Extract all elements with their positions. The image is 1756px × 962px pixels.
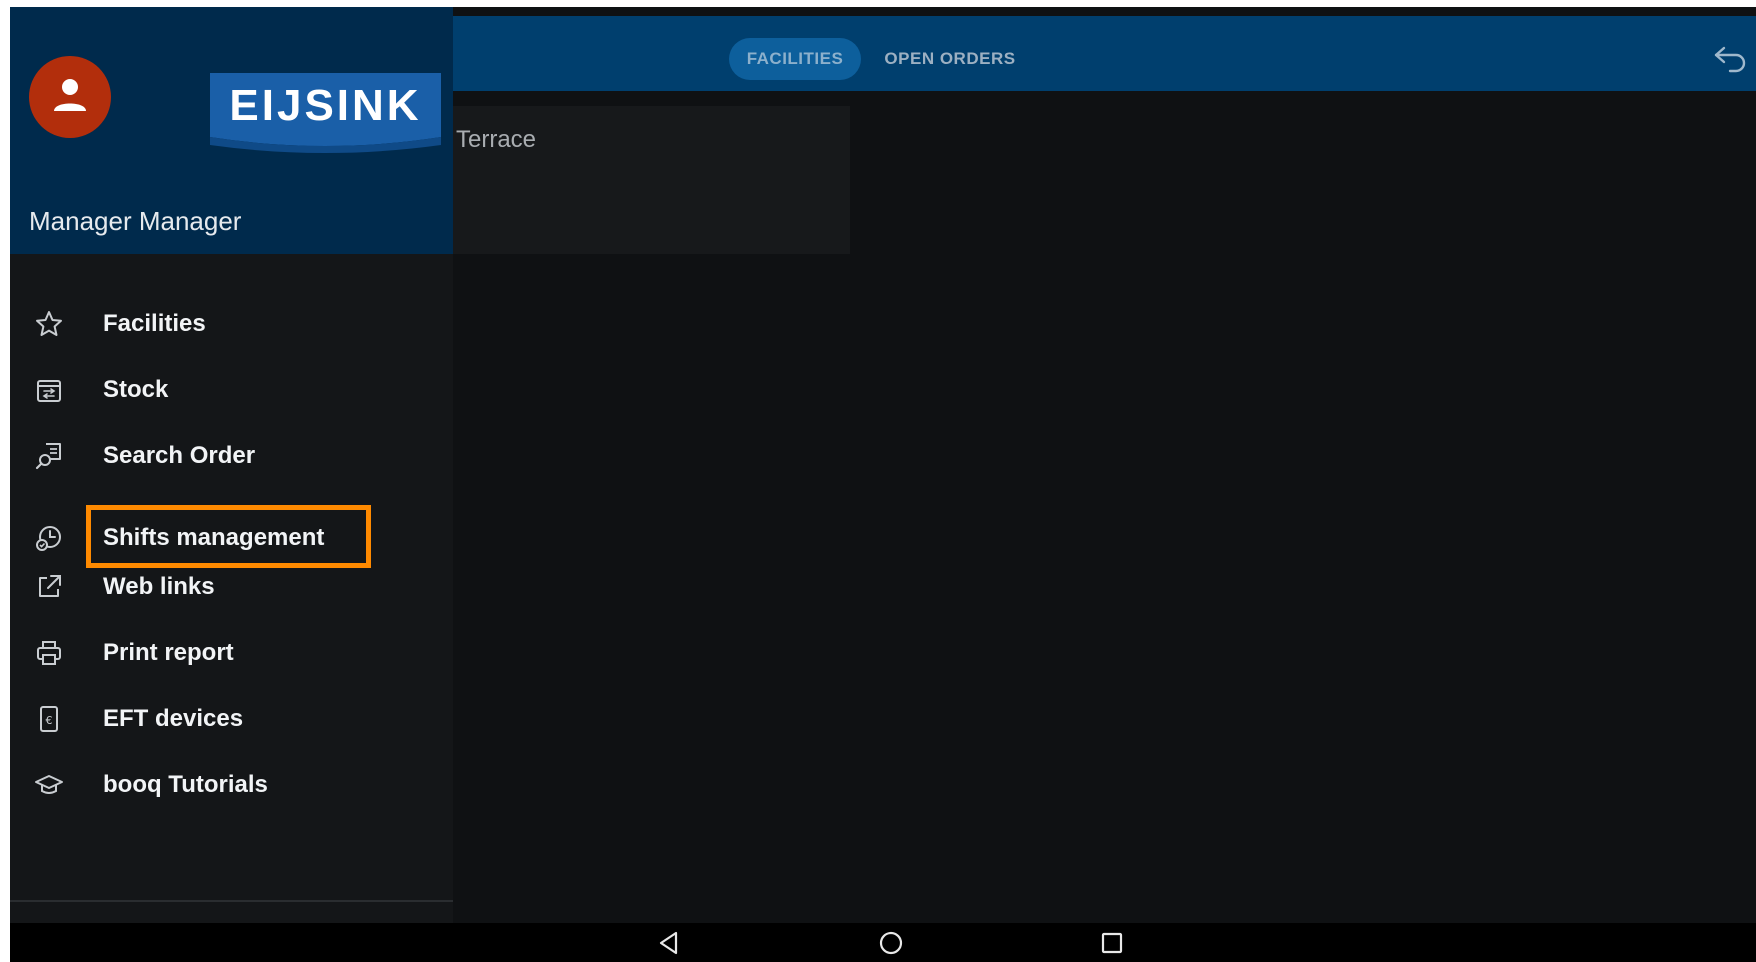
nav-item-booq-tutorials[interactable]: booq Tutorials — [10, 752, 453, 818]
clock-shift-icon — [36, 526, 61, 551]
eijsink-logo: EIJSINK — [210, 73, 441, 153]
tab-facilities[interactable]: FACILITIES — [729, 38, 861, 80]
nav-label-facilities: Facilities — [103, 310, 206, 337]
tab-open-orders[interactable]: OPEN ORDERS — [880, 38, 1020, 80]
nav-label-eft-devices: EFT devices — [103, 705, 244, 732]
stock-box-icon — [37, 380, 61, 402]
nav-label-search-order: Search Order — [103, 442, 256, 469]
home-circle-icon[interactable] — [877, 929, 905, 957]
device-screen: nglish FACILITIES OPEN ORDERS Terrace EI… — [10, 7, 1756, 962]
nav-item-facilities[interactable]: Facilities — [10, 291, 453, 357]
nav-label-booq-tutorials: booq Tutorials — [103, 771, 268, 798]
svg-text:€: € — [46, 714, 53, 727]
svg-text:EIJSINK: EIJSINK — [229, 81, 421, 130]
external-link-icon — [39, 575, 61, 597]
drawer-divider — [10, 900, 453, 902]
nav-item-search-order[interactable]: Search Order — [10, 423, 453, 489]
back-triangle-icon[interactable] — [655, 929, 683, 957]
nav-label-stock: Stock — [103, 376, 169, 403]
nav-item-eft-devices[interactable]: € EFT devices — [10, 686, 453, 752]
avatar[interactable] — [29, 56, 111, 138]
drawer-header: EIJSINK Manager Manager — [10, 7, 453, 254]
search-receipt-icon — [35, 443, 61, 470]
navigation-drawer: EIJSINK Manager Manager Facilities Stock — [10, 7, 453, 923]
user-name: Manager Manager — [29, 206, 242, 236]
payment-terminal-icon: € — [40, 706, 58, 732]
nav-item-print-report[interactable]: Print report — [10, 620, 453, 686]
person-icon — [54, 79, 86, 111]
facility-name: Terrace — [456, 126, 537, 153]
highlight-annotation — [86, 505, 371, 568]
star-outline-icon — [36, 311, 62, 336]
undo-arrow-icon[interactable] — [1712, 42, 1748, 74]
nav-item-stock[interactable]: Stock — [10, 357, 453, 423]
printer-icon — [37, 641, 61, 665]
graduation-cap-icon — [35, 775, 63, 794]
system-navigation-bar — [10, 923, 1756, 962]
nav-label-print-report: Print report — [103, 639, 234, 666]
recents-square-icon[interactable] — [1098, 929, 1126, 957]
